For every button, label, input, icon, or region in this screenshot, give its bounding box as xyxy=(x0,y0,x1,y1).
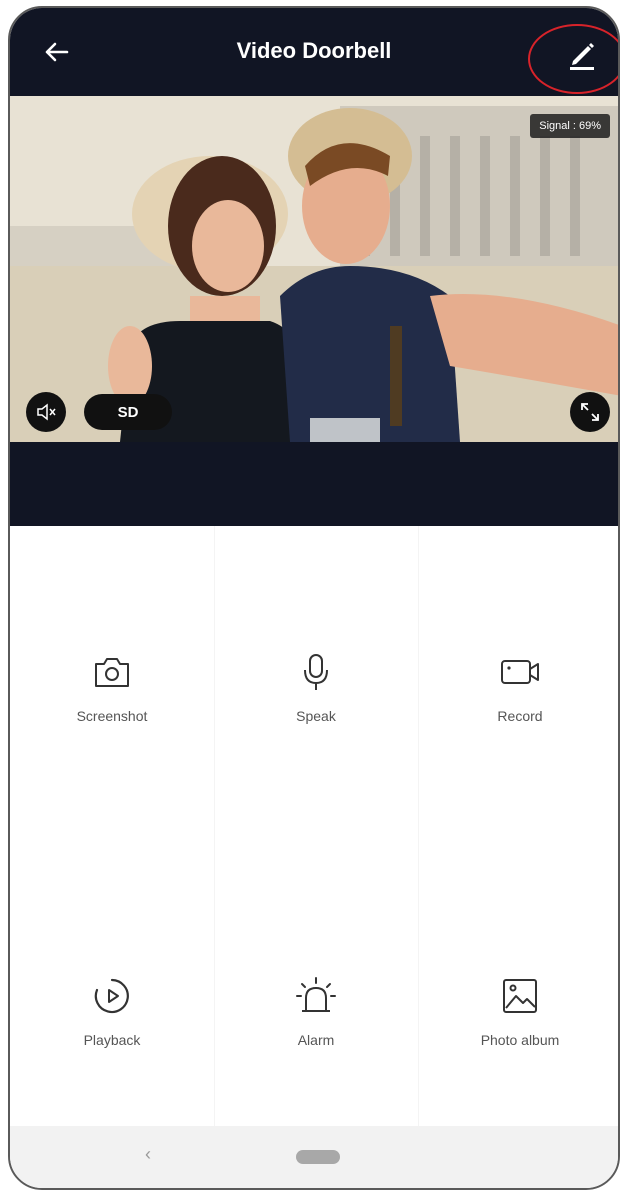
quality-toggle-button[interactable]: SD xyxy=(84,394,172,430)
phone-frame: Video Doorbell Signal: 69% SD Screensho… xyxy=(8,6,620,1190)
playback-button[interactable]: Playback xyxy=(12,974,212,1094)
control-label: Speak xyxy=(296,708,336,724)
alarm-button[interactable]: Alarm xyxy=(216,974,416,1094)
record-button[interactable]: Record xyxy=(420,650,618,770)
control-label: Playback xyxy=(83,1032,141,1048)
divider xyxy=(418,526,419,1130)
camera-icon xyxy=(95,658,129,687)
nav-home-button[interactable] xyxy=(296,1150,340,1164)
divider xyxy=(214,526,215,1130)
video-bottom-band xyxy=(10,442,618,526)
control-label: Screenshot xyxy=(76,708,148,724)
microphone-icon xyxy=(304,654,328,690)
control-label: Record xyxy=(497,708,543,724)
system-nav-bar: ‹ xyxy=(10,1126,618,1188)
nav-back-button[interactable]: ‹ xyxy=(136,1144,160,1168)
video-feed[interactable]: Signal : 69% SD xyxy=(10,96,618,442)
fullscreen-icon xyxy=(581,403,599,421)
camera-preview-image xyxy=(10,96,618,442)
mute-button[interactable] xyxy=(26,392,66,432)
video-camera-icon xyxy=(501,660,539,684)
edit-button[interactable] xyxy=(562,32,602,76)
photo-album-button[interactable]: Photo album xyxy=(420,974,618,1094)
page-title: Video Doorbell xyxy=(236,38,392,63)
screenshot-button[interactable]: Screenshot xyxy=(12,650,212,770)
pencil-icon xyxy=(570,43,594,70)
playback-icon xyxy=(94,978,129,1014)
app-header: Video Doorbell xyxy=(10,8,618,96)
signal-badge: Signal : 69% xyxy=(530,114,610,138)
controls-grid: Screenshot Speak Record Playback Alarm P… xyxy=(10,526,618,1130)
alarm-siren-icon xyxy=(296,977,336,1012)
image-icon xyxy=(503,979,537,1013)
control-label: Alarm xyxy=(297,1032,335,1048)
speak-button[interactable]: Speak xyxy=(216,650,416,770)
fullscreen-button[interactable] xyxy=(570,392,610,432)
speaker-muted-icon xyxy=(37,403,56,421)
control-label: Photo album xyxy=(480,1032,560,1048)
